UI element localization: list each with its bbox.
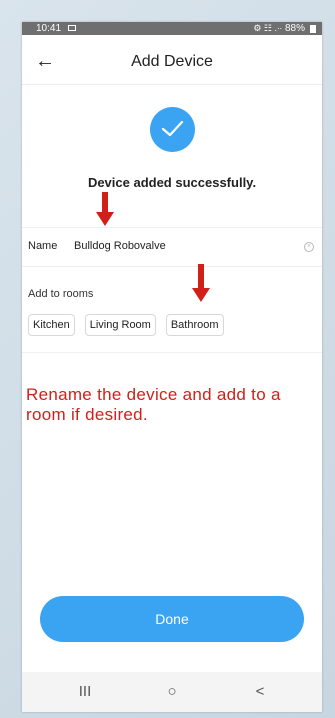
page-title: Add Device (131, 53, 213, 70)
instruction-text: Rename the device and add to a room if d… (26, 385, 281, 424)
room-chip-bathroom[interactable]: Bathroom (165, 314, 224, 336)
divider (22, 352, 322, 353)
success-message: Device added successfully. (87, 175, 257, 190)
name-label: Name (28, 240, 58, 252)
recents-icon[interactable]: III (73, 682, 97, 702)
notification-icon (68, 25, 76, 31)
rooms-label: Add to rooms (28, 288, 94, 300)
battery-icon (310, 24, 316, 33)
status-time: 10:41 (36, 23, 62, 34)
annotation-arrow-icon (192, 264, 210, 302)
room-chip-kitchen[interactable]: Kitchen (28, 314, 75, 336)
phone-screen: 10:41 ⚙ ☷ .∙∙ 88% ← Add Device Device ad… (22, 22, 322, 712)
nav-back-icon[interactable]: < (248, 682, 272, 702)
room-chips: Kitchen Living Room Bathroom (28, 314, 224, 336)
status-indicators: ⚙ ☷ .∙∙ 88% (253, 22, 316, 35)
status-bar: 10:41 ⚙ ☷ .∙∙ 88% (22, 22, 322, 35)
home-icon[interactable]: ○ (160, 682, 184, 702)
success-check-icon (150, 107, 195, 152)
annotation-arrow-icon (96, 192, 114, 226)
done-button[interactable]: Done (40, 596, 304, 642)
battery-level: 88% (284, 23, 305, 34)
clear-icon[interactable]: × (304, 242, 314, 252)
system-nav-bar: III ○ < (22, 672, 322, 712)
name-field-row: Name × (22, 227, 322, 267)
room-chip-living-room[interactable]: Living Room (84, 314, 156, 336)
name-input[interactable] (74, 236, 294, 256)
signal-icons: ⚙ ☷ .∙∙ (253, 23, 282, 33)
app-header: ← Add Device (22, 44, 322, 85)
